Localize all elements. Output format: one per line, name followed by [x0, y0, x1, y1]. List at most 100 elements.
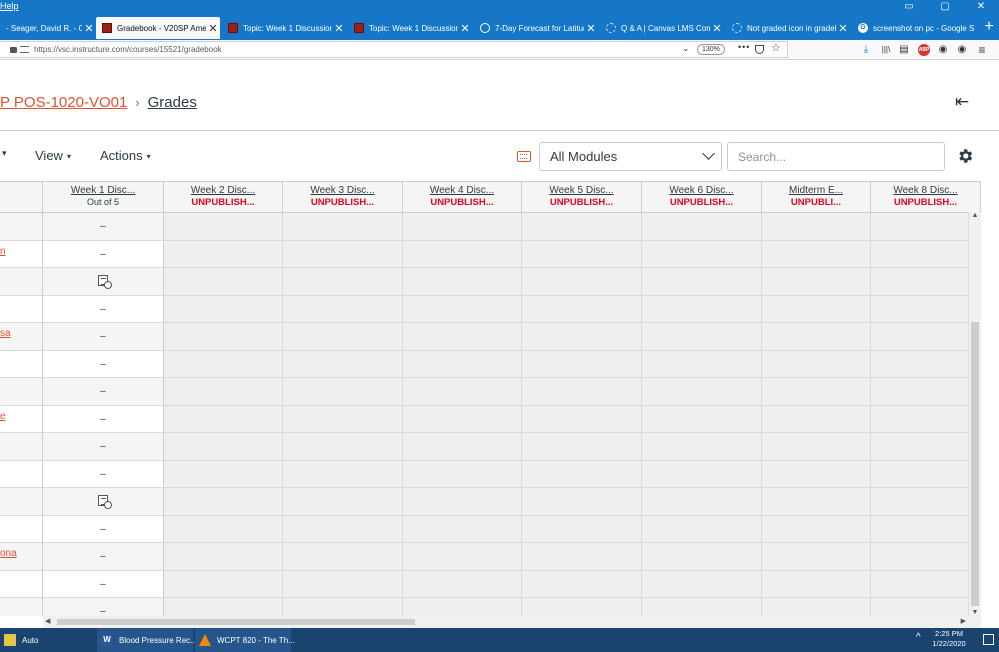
account-icon[interactable]: ◉	[936, 43, 950, 57]
browser-tab[interactable]: Topic: Week 1 Discussion ✕	[222, 17, 346, 39]
url-bar[interactable]: https://vsc.instructure.com/courses/1552…	[0, 41, 788, 58]
assignment-column-header[interactable]: Week 6 Disc... UNPUBLISH...	[642, 182, 762, 213]
student-name-cell[interactable]	[0, 488, 43, 515]
scroll-down-icon[interactable]: ▼	[969, 609, 981, 616]
menu-help[interactable]: Help	[0, 0, 19, 13]
student-name-cell[interactable]: e	[0, 405, 43, 432]
vertical-scroll-thumb[interactable]	[971, 322, 979, 606]
grade-cell[interactable]: –	[43, 240, 164, 267]
horizontal-scrollbar[interactable]: ◀ ▶	[43, 616, 968, 628]
minimize-button[interactable]: ▭	[891, 0, 927, 14]
maximize-button[interactable]: ▢	[927, 0, 963, 14]
taskbar-item-word[interactable]: W Blood Pressure Rec...	[97, 628, 197, 652]
assignment-column-header[interactable]: Week 5 Disc... UNPUBLISH...	[522, 182, 642, 213]
new-tab-button[interactable]: +	[979, 14, 999, 40]
gradebook-menu-caret[interactable]: ▾	[2, 148, 7, 159]
hamburger-menu-icon[interactable]: ≡	[975, 43, 989, 57]
student-name-cell[interactable]	[0, 295, 43, 322]
taskbar-item-auto[interactable]: Auto	[0, 628, 95, 652]
assignment-column-header[interactable]: Week 1 Disc... Out of 5	[43, 182, 164, 213]
tab-close-icon[interactable]: ✕	[584, 22, 598, 35]
vertical-scrollbar[interactable]: ▲ ▼	[968, 212, 981, 616]
student-name-cell[interactable]	[0, 598, 43, 616]
assignment-column-header[interactable]: Week 8 Disc... UNPUBLISH...	[871, 182, 981, 213]
assignment-column-header[interactable]: Week 4 Disc... UNPUBLISH...	[403, 182, 522, 213]
student-name-cell[interactable]	[0, 433, 43, 460]
assignment-title-link[interactable]: Week 8 Disc...	[871, 185, 980, 196]
grade-cell[interactable]: –	[43, 350, 164, 377]
collapse-navigation-icon[interactable]: ⇤	[955, 92, 969, 112]
browser-tab[interactable]: Topic: Week 1 Discussion ✕	[348, 17, 472, 39]
assignment-title-link[interactable]: Week 4 Disc...	[403, 185, 521, 196]
grade-cell[interactable]: –	[43, 378, 164, 405]
zoom-level-badge[interactable]: 130%	[697, 44, 725, 55]
browser-tab[interactable]: Q & A | Canvas LMS Comm ✕	[600, 17, 724, 39]
student-name-cell[interactable]	[0, 268, 43, 295]
assignment-title-link[interactable]: Week 3 Disc...	[283, 185, 402, 196]
tab-close-icon[interactable]: ✕	[836, 22, 850, 35]
url-dropdown-icon[interactable]: ⌄	[682, 43, 690, 54]
system-clock[interactable]: 2:25 PM 1/22/2020	[925, 629, 973, 649]
actions-menu-button[interactable]: Actions ▾	[100, 148, 151, 163]
grade-cell[interactable]: –	[43, 543, 164, 570]
grade-cell[interactable]: –	[43, 460, 164, 487]
browser-tab[interactable]: Not graded icon in gradebo ✕	[726, 17, 850, 39]
student-name-cell[interactable]	[0, 570, 43, 597]
grade-cell[interactable]: –	[43, 570, 164, 597]
student-name-cell[interactable]: ona	[0, 543, 43, 570]
student-name-cell[interactable]	[0, 460, 43, 487]
grade-cell[interactable]	[43, 488, 164, 515]
extensions-icon[interactable]: ◉	[955, 43, 969, 57]
assignment-title-link[interactable]: Week 5 Disc...	[522, 185, 641, 196]
browser-tab-active[interactable]: Gradebook - V20SP Amer P ✕	[96, 17, 220, 39]
breadcrumb-course-link[interactable]: P POS-1020-VO01	[0, 94, 127, 111]
tab-close-icon[interactable]: ✕	[206, 22, 220, 35]
tray-expand-icon[interactable]: ^	[916, 632, 921, 643]
notifications-icon[interactable]	[983, 634, 994, 645]
assignment-title-link[interactable]: Week 2 Disc...	[164, 185, 282, 196]
breadcrumb-current[interactable]: Grades	[148, 94, 197, 111]
tab-close-icon[interactable]: ✕	[458, 22, 472, 35]
scroll-up-icon[interactable]: ▲	[969, 212, 981, 219]
student-name-cell[interactable]: sa	[0, 323, 43, 350]
keyboard-shortcuts-icon[interactable]	[517, 151, 531, 162]
gear-icon[interactable]	[956, 147, 974, 165]
sidebar-icon[interactable]: ▤	[897, 43, 911, 57]
assignment-column-header[interactable]: Week 2 Disc... UNPUBLISH...	[164, 182, 283, 213]
grade-cell[interactable]: –	[43, 598, 164, 616]
student-name-cell[interactable]: n	[0, 240, 43, 267]
view-menu-button[interactable]: View ▾	[35, 148, 71, 163]
tab-close-icon[interactable]: ✕	[710, 22, 724, 35]
close-window-button[interactable]: ✕	[963, 0, 999, 14]
grade-cell[interactable]: –	[43, 295, 164, 322]
assignment-title-link[interactable]: Week 1 Disc...	[43, 185, 163, 196]
grade-cell[interactable]: –	[43, 323, 164, 350]
tab-close-icon[interactable]: ✕	[82, 22, 96, 35]
bookmark-star-icon[interactable]: ☆	[771, 41, 781, 54]
student-name-cell[interactable]	[0, 213, 43, 240]
grade-cell[interactable]	[43, 268, 164, 295]
student-name-cell[interactable]	[0, 515, 43, 542]
student-name-link[interactable]: ona	[0, 548, 17, 559]
student-name-link[interactable]: n	[0, 246, 6, 257]
grade-cell[interactable]: –	[43, 405, 164, 432]
grade-cell[interactable]: –	[43, 213, 164, 240]
scroll-right-icon[interactable]: ▶	[961, 616, 966, 628]
grade-cell[interactable]: –	[43, 515, 164, 542]
student-name-link[interactable]: sa	[0, 328, 11, 339]
taskbar-item-vlc[interactable]: WCPT 820 - The Th...	[195, 628, 295, 652]
page-actions-icon[interactable]: •••	[738, 42, 750, 52]
student-name-header[interactable]	[0, 182, 43, 213]
student-name-cell[interactable]	[0, 350, 43, 377]
grade-cell[interactable]: –	[43, 433, 164, 460]
assignment-title-link[interactable]: Week 6 Disc...	[642, 185, 761, 196]
adblock-icon[interactable]: ABP	[918, 44, 930, 56]
browser-tab[interactable]: G screenshot on pc - Google S	[852, 17, 977, 39]
modules-filter-select[interactable]: All Modules	[539, 142, 722, 171]
assignment-column-header[interactable]: Week 3 Disc... UNPUBLISH...	[283, 182, 403, 213]
student-name-link[interactable]: e	[0, 411, 6, 422]
assignment-title-link[interactable]: Midterm E...	[762, 185, 870, 196]
horizontal-scroll-thumb[interactable]	[57, 619, 415, 625]
tab-close-icon[interactable]: ✕	[332, 22, 346, 35]
student-name-cell[interactable]	[0, 378, 43, 405]
